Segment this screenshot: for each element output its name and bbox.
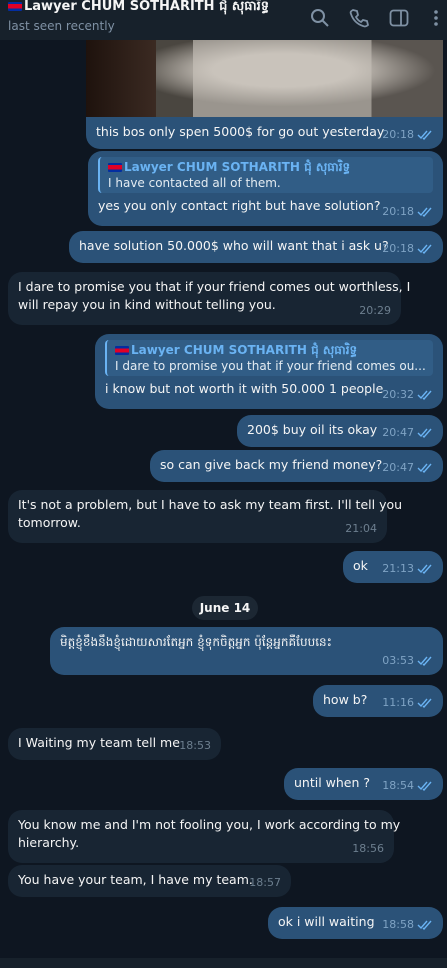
message-text: yes you only contact right but have solu…: [98, 198, 381, 213]
reply-quote[interactable]: Lawyer CHUM SOTHARITH ជុំ សុធារិទ្ធ I da…: [105, 340, 433, 376]
message-time: 20:29: [359, 304, 391, 317]
message-text-line2: will repay you in kind without telling y…: [18, 297, 276, 312]
message-bubble-outgoing[interactable]: ok 21:13: [343, 551, 443, 583]
message-bubble-outgoing[interactable]: until when ? 18:54: [284, 768, 443, 800]
message-time: 18:53: [179, 739, 211, 752]
message-text: ok: [353, 558, 368, 573]
reply-quote[interactable]: Lawyer CHUM SOTHARITH ជុំ សុធារិទ្ធ I ha…: [98, 157, 433, 193]
double-check-icon: [417, 781, 432, 791]
message-bubble-outgoing[interactable]: so can give back my friend money? 20:47: [150, 450, 443, 482]
double-check-icon: [417, 656, 432, 666]
message-text: so can give back my friend money?: [160, 457, 383, 472]
message-text: មិត្តខ្ញុំខឹងនឹងខ្ញុំដោយសារតែអ្នក ខ្ញុំទ…: [60, 635, 332, 649]
message-time: 11:16: [382, 696, 414, 709]
message-bubble-incoming[interactable]: I dare to promise you that if your frien…: [8, 272, 411, 325]
message-input-bar[interactable]: [0, 958, 447, 968]
chat-header[interactable]: Lawyer CHUM SOTHARITH ជុំ សុធារិទ្ធ last…: [0, 0, 447, 40]
cambodia-flag-icon: [115, 346, 129, 355]
message-bubble-outgoing[interactable]: ok i will waiting 18:58: [268, 907, 443, 939]
message-text-line2: hierarchy.: [18, 835, 80, 850]
message-time: 18:56: [352, 842, 384, 855]
double-check-icon: [417, 428, 432, 438]
search-icon[interactable]: [309, 7, 331, 29]
message-bubble-incoming[interactable]: You have your team, I have my team. 18:5…: [8, 865, 291, 897]
message-bubble-outgoing[interactable]: how b? 11:16: [313, 685, 443, 717]
cambodia-flag-icon: [8, 2, 22, 11]
double-check-icon: [417, 390, 432, 400]
message-bubble-outgoing[interactable]: 200$ buy oil its okay 20:47: [237, 415, 443, 447]
message-bubble-outgoing[interactable]: មិត្តខ្ញុំខឹងនឹងខ្ញុំដោយសារតែអ្នក ខ្ញុំទ…: [50, 627, 443, 675]
message-text: 200$ buy oil its okay: [247, 422, 378, 437]
message-text: I Waiting my team tell me: [18, 735, 180, 750]
photo-shadow: [86, 32, 156, 117]
message-text: I dare to promise you that if your frien…: [18, 279, 411, 294]
message-bubble-outgoing[interactable]: Lawyer CHUM SOTHARITH ជុំ សុធារិទ្ធ I da…: [95, 334, 443, 409]
sidebar-toggle-icon[interactable]: [388, 7, 410, 29]
message-time: 18:57: [249, 876, 281, 889]
phone-icon[interactable]: [348, 7, 370, 29]
message-bubble-incoming[interactable]: You know me and I'm not fooling you, I w…: [8, 810, 401, 863]
message-time: 20:18: [382, 128, 414, 141]
message-text-line2: tomorrow.: [18, 515, 81, 530]
double-check-icon: [417, 130, 432, 140]
message-time: 21:04: [345, 522, 377, 535]
reply-author: Lawyer CHUM SOTHARITH ជុំ សុធារិទ្ធ: [108, 159, 433, 175]
message-time: 20:32: [382, 388, 414, 401]
reply-text: I dare to promise you that if your frien…: [115, 359, 426, 373]
message-bubble-outgoing[interactable]: have solution 50.000$ who will want that…: [69, 231, 443, 263]
double-check-icon: [417, 698, 432, 708]
message-time: 20:18: [382, 205, 414, 218]
photo-attachment[interactable]: [86, 32, 443, 117]
double-check-icon: [417, 564, 432, 574]
message-text: have solution 50.000$ who will want that…: [79, 238, 389, 253]
message-bubble-incoming[interactable]: It's not a problem, but I have to ask my…: [8, 490, 403, 543]
message-time: 18:58: [382, 918, 414, 931]
message-bubble-outgoing[interactable]: this bos only spen 5000$ for go out yest…: [86, 117, 443, 149]
contact-name[interactable]: Lawyer CHUM SOTHARITH ជុំ សុធារិទ្ធ: [8, 0, 269, 15]
double-check-icon: [417, 920, 432, 930]
reply-author: Lawyer CHUM SOTHARITH ជុំ សុធារិទ្ធ: [115, 342, 433, 358]
double-check-icon: [417, 207, 432, 217]
message-text: this bos only spen 5000$ for go out yest…: [96, 124, 385, 139]
chat-area: this bos only spen 5000$ for go out yest…: [0, 0, 447, 968]
double-check-icon: [417, 244, 432, 254]
message-time: 03:53: [382, 654, 414, 667]
double-check-icon: [417, 463, 432, 473]
more-icon[interactable]: [425, 7, 447, 29]
reply-text: I have contacted all of them.: [108, 176, 281, 190]
message-time: 21:13: [382, 562, 414, 575]
message-bubble-outgoing[interactable]: Lawyer CHUM SOTHARITH ជុំ សុធារិទ្ធ I ha…: [88, 151, 443, 226]
message-text: how b?: [323, 692, 368, 707]
message-time: 20:18: [382, 242, 414, 255]
message-text: You have your team, I have my team.: [18, 872, 253, 887]
message-time: 20:47: [382, 426, 414, 439]
message-time: 20:47: [382, 461, 414, 474]
message-time: 18:54: [382, 779, 414, 792]
message-text: i know but not worth it with 50.000 1 pe…: [105, 381, 384, 396]
message-text: ok i will waiting: [278, 914, 375, 929]
last-seen-status: last seen recently: [8, 19, 115, 33]
date-divider: June 14: [192, 596, 258, 620]
message-text: It's not a problem, but I have to ask my…: [18, 497, 403, 512]
cambodia-flag-icon: [108, 163, 122, 172]
message-bubble-incoming[interactable]: I Waiting my team tell me 18:53: [8, 728, 221, 760]
message-text: until when ?: [294, 775, 371, 790]
message-text: You know me and I'm not fooling you, I w…: [18, 817, 401, 832]
